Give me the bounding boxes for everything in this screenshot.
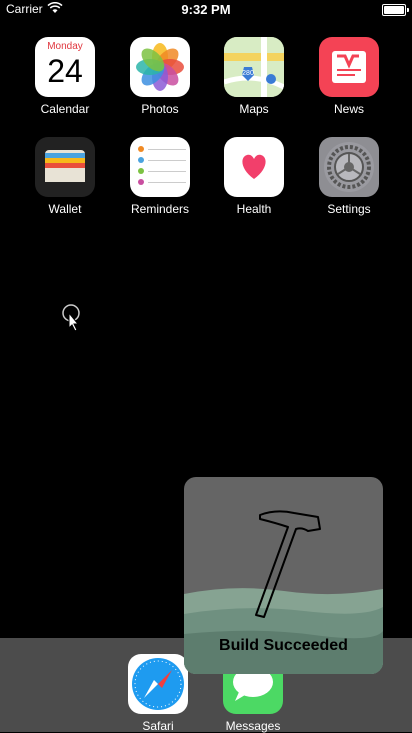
app-settings[interactable]: Settings [304, 137, 394, 216]
reminders-icon [130, 137, 190, 197]
app-photos[interactable]: Photos [115, 37, 205, 116]
health-icon [224, 137, 284, 197]
calendar-day: Monday [47, 41, 83, 52]
app-label: Wallet [48, 202, 82, 216]
app-news[interactable]: News [304, 37, 394, 116]
clock: 9:32 PM [181, 2, 231, 17]
app-calendar[interactable]: Monday 24 Calendar [20, 37, 110, 116]
settings-icon [319, 137, 379, 197]
wallet-icon [35, 137, 95, 197]
app-label: Calendar [40, 102, 90, 116]
app-label: Settings [327, 202, 371, 216]
app-label: Maps [239, 102, 269, 116]
photos-icon [130, 37, 190, 97]
app-reminders[interactable]: Reminders [115, 137, 205, 216]
app-label: Photos [141, 102, 179, 116]
maps-icon: 280 [224, 37, 284, 97]
safari-icon [128, 654, 188, 714]
app-label: Messages [225, 719, 281, 733]
build-status-hud: Build Succeeded [184, 477, 383, 674]
app-health[interactable]: Health [209, 137, 299, 216]
app-label: Reminders [130, 202, 190, 216]
build-status-message: Build Succeeded [219, 637, 348, 654]
app-label: News [333, 102, 364, 116]
app-maps[interactable]: 280 Maps [209, 37, 299, 116]
calendar-date: 24 [47, 53, 83, 89]
app-label: Health [236, 202, 272, 216]
calendar-icon: Monday 24 [35, 37, 95, 97]
battery-icon [382, 4, 409, 16]
news-icon [319, 37, 379, 97]
maps-route: 280 [242, 70, 254, 77]
hammer-icon [246, 507, 326, 632]
app-label: Safari [142, 719, 174, 733]
cursor-icon [62, 304, 84, 337]
app-wallet[interactable]: Wallet [20, 137, 110, 216]
status-bar: Carrier 9:32 PM [0, 0, 412, 20]
